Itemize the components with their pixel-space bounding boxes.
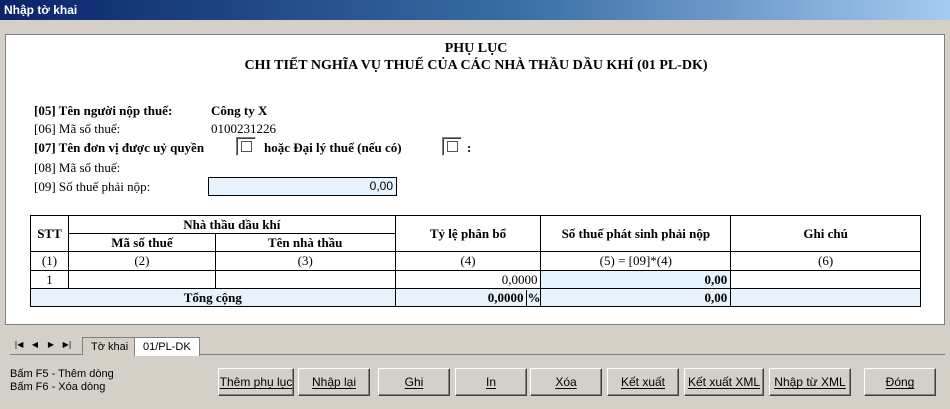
prev-sheet-icon[interactable]: ◀	[28, 338, 42, 352]
total-percent-sign: %	[526, 289, 541, 306]
table-header-row: STT Nhà thầu dầu khí Tỷ lệ phân bổ Số th…	[30, 215, 921, 252]
close-button[interactable]: Đóng	[864, 368, 936, 396]
col-index-5: (5) = [09]*(4)	[540, 251, 732, 271]
f07-colon: :	[467, 140, 472, 155]
row-tax-cell: 0,00	[540, 270, 732, 289]
header-contractor-name: Tên nhà thầu	[214, 233, 396, 252]
sheet-tab-strip: |◀ ◀ ▶ ▶| Tờ khai 01/PL-DK	[10, 336, 945, 356]
total-tax: 0,00	[540, 288, 732, 307]
f07-label: [07] Tên đơn vị được uỷ quyền	[34, 140, 205, 155]
row-tax-code-cell[interactable]	[67, 270, 216, 289]
hint-delete-row: Bấm F6 - Xóa dòng	[10, 381, 106, 393]
delete-button[interactable]: Xóa	[530, 368, 602, 396]
col-index-4: (4)	[394, 251, 542, 271]
reenter-button[interactable]: Nhập lại	[298, 368, 370, 396]
print-button[interactable]: In	[455, 368, 527, 396]
window-title: Nhập tờ khai	[0, 0, 950, 20]
header-tax-code: Mã số thuế	[67, 233, 216, 252]
col-index-1: (1)	[30, 251, 69, 271]
f05-value: Công ty X	[211, 103, 268, 118]
column-index-row: (1) (2) (3) (4) (5) = [09]*(4) (6)	[30, 251, 921, 271]
header-note: Ghi chú	[730, 215, 921, 252]
appendix-title: PHỤ LỤC	[444, 41, 508, 56]
tab-to-khai[interactable]: Tờ khai	[82, 337, 138, 355]
f07-mid-label: hoặc Đại lý thuế (nếu có)	[264, 140, 402, 155]
f05-label: [05] Tên người nộp thuế:	[34, 103, 173, 118]
tab-01-pl-dk[interactable]: 01/PL-DK	[134, 337, 200, 356]
total-label: Tổng cộng	[30, 288, 396, 307]
total-ratio-value: 0,0000	[487, 289, 524, 305]
row-stt: 1	[30, 270, 69, 289]
appendix-subtitle: CHI TIẾT NGHĨA VỤ THUẾ CỦA CÁC NHÀ THẦU …	[244, 58, 708, 73]
export-button[interactable]: Kết xuất	[607, 368, 679, 396]
add-appendix-button[interactable]: Thêm phụ lục	[218, 368, 294, 396]
row-note-cell[interactable]	[730, 270, 921, 289]
last-sheet-icon[interactable]: ▶|	[60, 338, 74, 352]
f09-tax-payable-input[interactable]: 0,00	[208, 177, 397, 196]
f09-label: [09] Số thuế phải nộp:	[34, 179, 151, 194]
f06-value: 0100231226	[211, 121, 276, 136]
import-xml-button[interactable]: Nhập từ XML	[769, 368, 851, 396]
save-button[interactable]: Ghi	[378, 368, 450, 396]
col-index-3: (3)	[214, 251, 396, 271]
total-row: Tổng cộng 0,0000% 0,00	[30, 288, 921, 307]
first-sheet-icon[interactable]: |◀	[12, 338, 26, 352]
tax-agent-checkbox[interactable]	[442, 137, 462, 156]
f08-label: [08] Mã số thuế:	[34, 160, 121, 175]
header-stt: STT	[30, 215, 69, 252]
row-ratio-cell[interactable]: 0,0000	[394, 270, 542, 289]
next-sheet-icon[interactable]: ▶	[44, 338, 58, 352]
row-contractor-name-cell[interactable]	[214, 270, 396, 289]
total-ratio: 0,0000%	[394, 288, 542, 307]
contractor-table: STT Nhà thầu dầu khí Tỷ lệ phân bổ Số th…	[30, 215, 921, 307]
declaration-sheet: PHỤ LỤC CHI TIẾT NGHĨA VỤ THUẾ CỦA CÁC N…	[5, 34, 945, 325]
col-index-2: (2)	[67, 251, 216, 271]
export-xml-button[interactable]: Kết xuất XML	[684, 368, 764, 396]
total-note-cell	[730, 288, 921, 307]
f06-label: [06] Mã số thuế:	[34, 121, 121, 136]
header-contractor: Nhà thầu dầu khí	[67, 215, 396, 234]
col-index-6: (6)	[730, 251, 921, 271]
header-ratio: Tỷ lệ phân bổ	[394, 215, 542, 252]
authorized-unit-checkbox[interactable]	[236, 137, 256, 156]
hint-add-row: Bấm F5 - Thêm dòng	[10, 368, 114, 380]
table-row: 1 0,0000 0,00	[30, 270, 921, 289]
header-tax-payable: Số thuế phát sinh phải nộp	[540, 215, 732, 252]
